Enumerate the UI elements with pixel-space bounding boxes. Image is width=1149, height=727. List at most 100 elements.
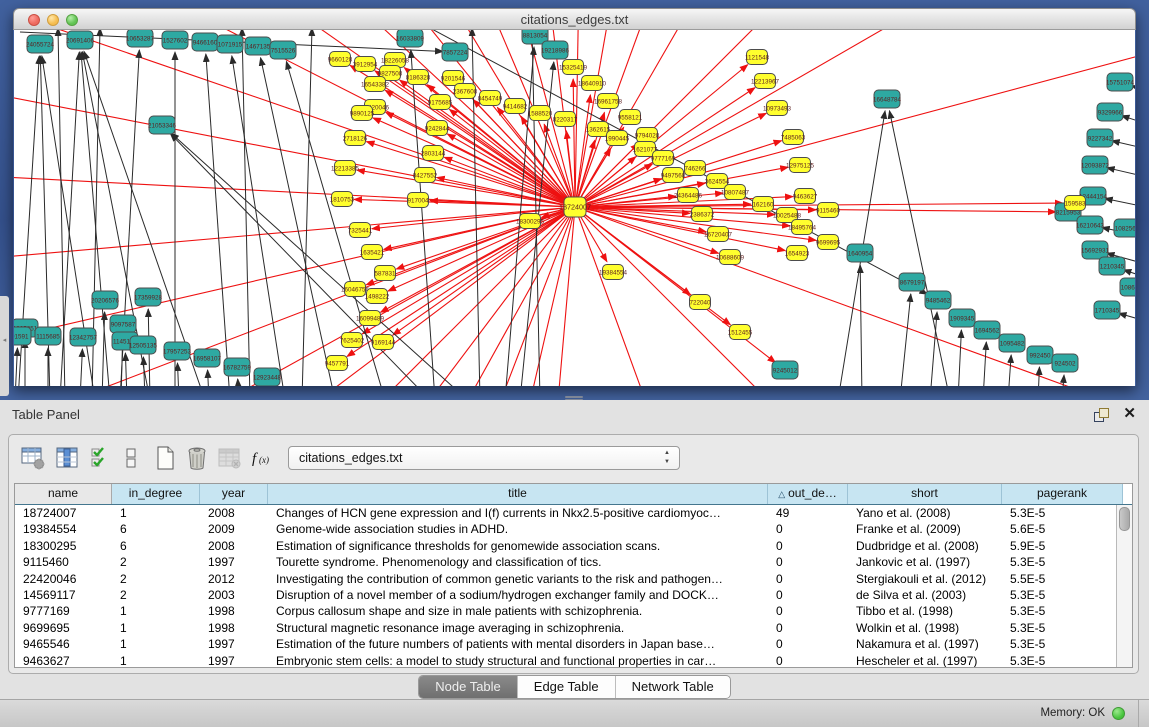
tab-edge-table[interactable]: Edge Table (517, 676, 615, 698)
table-cell-in_degree: 2 (112, 571, 200, 587)
show-columns-button[interactable] (53, 444, 81, 472)
table-row[interactable]: 1830029562008Estimation of significance … (15, 538, 1132, 554)
table-cell-title: Estimation of significance thresholds fo… (268, 538, 768, 554)
deselect-all-button[interactable] (117, 444, 145, 472)
function-builder-button[interactable]: f (x) (249, 444, 279, 472)
table-row[interactable]: 1938455462009Genome-wide association stu… (15, 521, 1132, 537)
select-all-button[interactable] (87, 444, 115, 472)
table-cell-name: 22420046 (15, 571, 112, 587)
network-view-canvas[interactable]: 2405572420691406106532871527602946616010… (14, 30, 1135, 386)
network-svg: 2405572420691406106532871527602946616010… (14, 30, 1135, 386)
svg-text:16782759: 16782759 (223, 364, 252, 371)
status-bar-divider (1138, 700, 1139, 727)
svg-text:9485462: 9485462 (926, 297, 951, 304)
svg-text:16099489: 16099489 (356, 315, 385, 322)
table-cell-pagerank: 5.3E-5 (1002, 554, 1123, 570)
network-window[interactable]: citations_edges.txt 24055724206914061065… (13, 8, 1136, 386)
svg-text:917004: 917004 (407, 197, 429, 204)
table-cell-pagerank: 5.3E-5 (1002, 636, 1123, 652)
table-cell-pagerank: 5.3E-5 (1002, 505, 1123, 521)
column-header-year[interactable]: year (200, 484, 268, 504)
table-cell-pagerank: 5.9E-5 (1002, 538, 1123, 554)
table-scrollbar-thumb[interactable] (1119, 507, 1130, 531)
column-header-short[interactable]: short (848, 484, 1002, 504)
table-cell-year: 1998 (200, 620, 268, 636)
svg-text:9414682: 9414682 (503, 103, 528, 110)
svg-text:1635421: 1635421 (360, 249, 385, 256)
svg-text:20206576: 20206576 (91, 297, 120, 304)
svg-text:9777169: 9777169 (651, 155, 676, 162)
svg-text:12213385: 12213385 (331, 165, 360, 172)
table-scrollbar[interactable] (1116, 505, 1132, 667)
svg-text:1512455: 1512455 (728, 329, 753, 336)
svg-text:1498222: 1498222 (365, 293, 390, 300)
svg-text:9097587: 9097587 (111, 321, 136, 328)
svg-text:8454749: 8454749 (478, 95, 503, 102)
sort-ascending-icon: △ (778, 489, 785, 499)
double-check-icon (89, 445, 113, 471)
control-panel-collapse-strip[interactable]: ◂ (0, 296, 9, 396)
table-row[interactable]: 977716911998Corpus callosum shape and si… (15, 603, 1132, 619)
svg-text:587831: 587831 (374, 270, 396, 277)
tab-node-table[interactable]: Node Table (419, 676, 517, 698)
svg-text:1909345: 1909345 (950, 315, 975, 322)
svg-text:1121548: 1121548 (745, 54, 770, 61)
svg-text:7485063: 7485063 (781, 134, 806, 141)
column-header-pagerank[interactable]: pagerank (1002, 484, 1123, 504)
svg-text:7515526: 7515526 (271, 47, 296, 54)
close-icon[interactable]: ✕ (1123, 405, 1136, 423)
new-table-button[interactable] (151, 444, 179, 472)
svg-text:2386372: 2386372 (690, 211, 715, 218)
table-cell-pagerank: 5.3E-5 (1002, 603, 1123, 619)
table-row[interactable]: 946362711997Embryonic stem cells: a mode… (15, 653, 1132, 668)
network-window-title: citations_edges.txt (14, 9, 1135, 31)
svg-text:12342757: 12342757 (69, 334, 98, 341)
empty-boxes-icon (121, 445, 141, 471)
column-header-title[interactable]: title (268, 484, 768, 504)
svg-text:18724007: 18724007 (559, 202, 591, 211)
table-row[interactable]: 1872400712008Changes of HCN gene express… (15, 505, 1132, 521)
svg-text:159583: 159583 (1064, 200, 1086, 207)
svg-text:16046756: 16046756 (341, 286, 370, 293)
table-row[interactable]: 911546021997Tourette syndrome. Phenomeno… (15, 554, 1132, 570)
svg-text:10688609: 10688609 (716, 254, 745, 261)
column-header-out_de[interactable]: △out_de… (768, 484, 848, 504)
table-selector-dropdown[interactable]: citations_edges.txt ▲▼ (288, 446, 680, 470)
svg-text:(x): (x) (259, 455, 269, 465)
svg-text:16720407: 16720407 (704, 231, 733, 238)
table-tabs-bar: Node TableEdge TableNetwork Table (0, 675, 1149, 699)
float-window-icon[interactable] (1094, 408, 1109, 422)
svg-text:24055724: 24055724 (26, 41, 55, 48)
svg-text:10807487: 10807487 (721, 189, 750, 196)
table-row[interactable]: 969969511998Structural magnetic resonanc… (15, 620, 1132, 636)
svg-text:12975125: 12975125 (786, 162, 815, 169)
node-table-body: 1872400712008Changes of HCN gene express… (15, 505, 1132, 668)
svg-text:f: f (252, 451, 258, 467)
table-cell-pagerank: 5.3E-5 (1002, 620, 1123, 636)
table-row[interactable]: 1456911722003Disruption of a novel membe… (15, 587, 1132, 603)
svg-text:18300295: 18300295 (516, 218, 545, 225)
table-row[interactable]: 2242004622012Investigating the contribut… (15, 571, 1132, 587)
svg-text:7325441: 7325441 (348, 227, 373, 234)
svg-text:1654923: 1654923 (785, 250, 810, 257)
table-cell-out_de: 0 (768, 571, 848, 587)
fx-icon: f (x) (249, 446, 279, 470)
table-cell-title: Tourette syndrome. Phenomenology and cla… (268, 554, 768, 570)
table-cell-name: 9777169 (15, 603, 112, 619)
column-header-name[interactable]: name (15, 484, 112, 504)
tab-network-table[interactable]: Network Table (615, 676, 730, 698)
svg-text:16961758: 16961758 (594, 98, 623, 105)
svg-text:9245012: 9245012 (773, 367, 798, 374)
table-panel-title: Table Panel (12, 400, 80, 430)
column-header-in_degree[interactable]: in_degree (112, 484, 200, 504)
table-options-button[interactable] (19, 444, 47, 472)
table-cell-short: de Silva et al. (2003) (848, 587, 1002, 603)
svg-text:9660128: 9660128 (328, 56, 353, 63)
table-cell-short: Stergiakouli et al. (2012) (848, 571, 1002, 587)
delete-rows-button[interactable] (183, 444, 211, 472)
network-window-titlebar[interactable]: citations_edges.txt (13, 8, 1136, 30)
svg-text:9497568: 9497568 (661, 172, 686, 179)
table-row[interactable]: 946554611997Estimation of the future num… (15, 636, 1132, 652)
delete-table-button[interactable] (215, 444, 243, 472)
svg-text:19384554: 19384554 (599, 269, 628, 276)
